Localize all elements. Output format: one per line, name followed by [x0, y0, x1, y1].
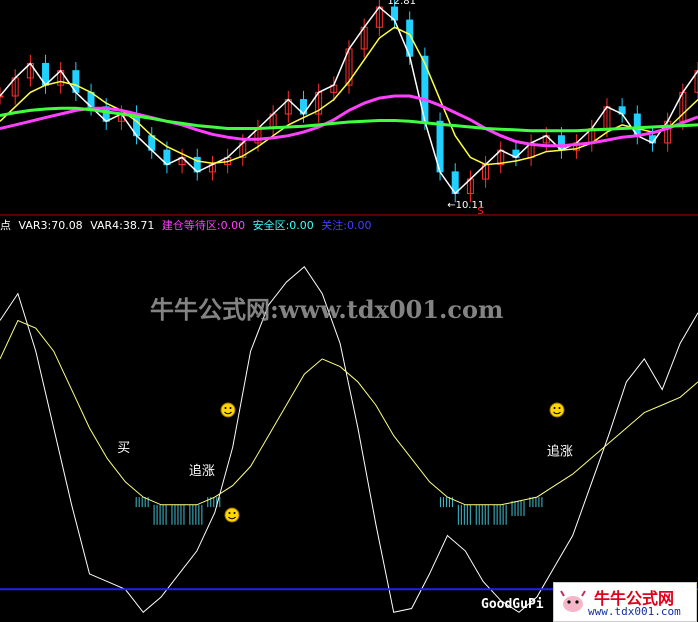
indicator-annotation: 买 [117, 441, 130, 456]
price-annotation: 12.81 [387, 0, 416, 7]
smiley-face [224, 507, 240, 523]
indicator-annotation: 追涨 [547, 444, 573, 460]
watermark-text: 牛牛公式网:www.tdx001.com [150, 295, 504, 324]
legend-item-1: VAR3:70.08 [18, 219, 83, 232]
cow-logo-icon [560, 590, 586, 612]
legend-item-4: 安全区:0.00 [252, 219, 314, 232]
smiley-icon [220, 402, 236, 418]
smiley-eye [233, 512, 236, 514]
smiley-face [220, 402, 236, 418]
smiley-face [549, 402, 565, 418]
indicator-annotation: 追涨 [189, 463, 215, 479]
smiley-eye [228, 512, 231, 514]
footer-label: GoodGuPi [481, 597, 544, 612]
smiley-icon [549, 402, 565, 418]
legend-item-5: 关注:0.00 [321, 219, 372, 232]
legend-item-3: 建仓等待区:0.00 [161, 219, 246, 232]
smiley-eye [553, 407, 556, 409]
legend-item-0: 点 [0, 219, 11, 232]
logo-url: www.tdx001.com [588, 605, 681, 618]
smiley-eye [224, 407, 227, 409]
site-logo: 牛牛公式网 www.tdx001.com [553, 582, 697, 622]
smiley-eye [229, 407, 232, 409]
legend-item-2: VAR4:38.71 [90, 219, 155, 232]
indicator-legend: 点 VAR3:70.08 VAR4:38.71 建仓等待区:0.00 安全区:0… [0, 217, 375, 233]
smiley-eye [558, 407, 561, 409]
smiley-icon [224, 507, 240, 523]
